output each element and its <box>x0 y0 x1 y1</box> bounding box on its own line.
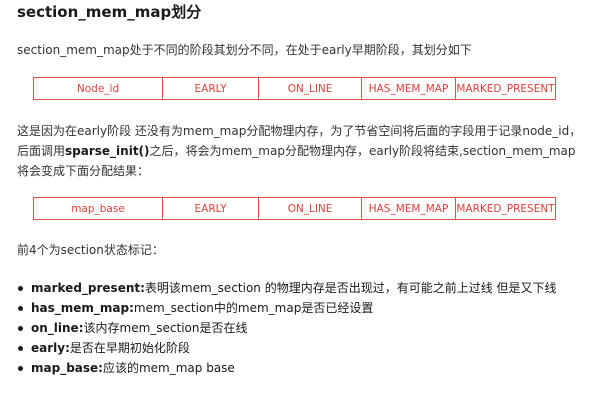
list-item: map_base:应该的mem_map base <box>17 358 582 378</box>
field-cell-marked-present: MARKED_PRESENT <box>455 77 556 100</box>
field-cell-has-mem-map: HAS_MEM_MAP <box>361 77 456 100</box>
early-layout-table: Node_id EARLY ON_LINE HAS_MEM_MAP MARKED… <box>33 77 556 100</box>
flag-desc: 表明该mem_section 的物理内存是否出现过，有可能之前上过线 但是又下线 <box>144 281 557 295</box>
final-layout-table: map_base EARLY ON_LINE HAS_MEM_MAP MARKE… <box>33 197 556 220</box>
field-cell-on-line: ON_LINE <box>258 77 362 100</box>
flag-name: early: <box>31 341 70 355</box>
flag-name: on_line: <box>31 321 84 335</box>
list-item: marked_present:表明该mem_section 的物理内存是否出现过… <box>17 278 582 298</box>
field-cell-on-line: ON_LINE <box>258 197 362 220</box>
table-row: Node_id EARLY ON_LINE HAS_MEM_MAP MARKED… <box>33 77 556 100</box>
flag-desc: mem_section中的mem_map是否已经设置 <box>133 301 374 315</box>
explain-paragraph: 这是因为在early阶段 还没有为mem_map分配物理内存，为了节省空间将后面… <box>17 121 582 181</box>
flag-list: marked_present:表明该mem_section 的物理内存是否出现过… <box>17 278 582 378</box>
table-row: map_base EARLY ON_LINE HAS_MEM_MAP MARKE… <box>33 197 556 220</box>
function-name: sparse_init() <box>65 144 150 158</box>
flag-desc: 应该的mem_map base <box>102 361 235 375</box>
flag-name: map_base: <box>31 361 103 375</box>
field-cell-marked-present: MARKED_PRESENT <box>455 197 556 220</box>
page-title: section_mem_map划分 <box>17 3 202 21</box>
flag-name: marked_present: <box>31 281 145 295</box>
flag-desc: 是否在早期初始化阶段 <box>69 341 190 355</box>
list-item: has_mem_map:mem_section中的mem_map是否已经设置 <box>17 298 582 318</box>
field-cell-map-base: map_base <box>33 197 163 220</box>
field-cell-node-id: Node_id <box>33 77 163 100</box>
field-cell-has-mem-map: HAS_MEM_MAP <box>361 197 456 220</box>
field-cell-early: EARLY <box>162 77 259 100</box>
flags-intro: 前4个为section状态标记： <box>17 243 164 257</box>
list-item: on_line:该内存mem_section是否在线 <box>17 318 582 338</box>
intro-paragraph: section_mem_map处于不同的阶段其划分不同，在处于early早期阶段… <box>17 43 472 57</box>
flag-name: has_mem_map: <box>31 301 134 315</box>
field-cell-early: EARLY <box>162 197 259 220</box>
list-item: early:是否在早期初始化阶段 <box>17 338 582 358</box>
flag-desc: 该内存mem_section是否在线 <box>83 321 248 335</box>
